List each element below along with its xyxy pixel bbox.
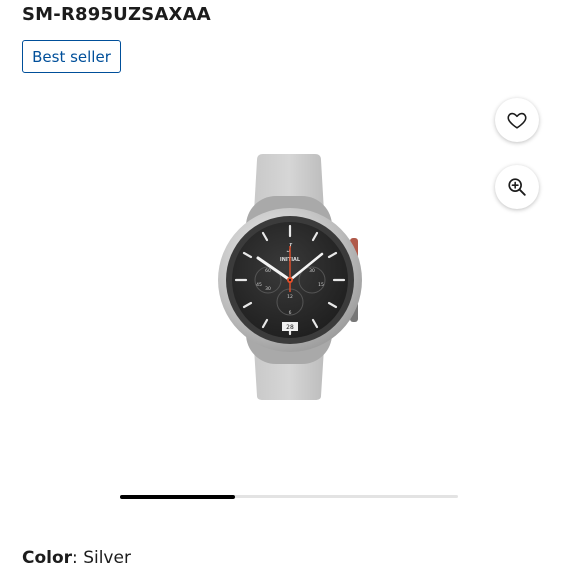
subdial-label: 45 bbox=[256, 282, 262, 288]
zoom-image-button[interactable] bbox=[495, 165, 539, 209]
subdial-label: 6 bbox=[289, 310, 292, 316]
color-separator: : bbox=[72, 548, 78, 568]
add-to-favorites-button[interactable] bbox=[495, 98, 539, 142]
badge-label: Best seller bbox=[32, 47, 111, 66]
subdial-label: 15 bbox=[318, 282, 324, 288]
color-value: Silver bbox=[83, 548, 131, 568]
subdial-label: 12 bbox=[287, 294, 293, 300]
color-selector-label: Color: Silver bbox=[22, 548, 131, 568]
subdial-label: 60 bbox=[265, 268, 271, 274]
best-seller-badge: Best seller bbox=[22, 40, 121, 73]
image-carousel-progress bbox=[120, 494, 458, 499]
heart-icon bbox=[507, 112, 527, 129]
date-window: 28 bbox=[286, 324, 294, 331]
product-image[interactable]: J INITIAL 60 30 45 15 30 12 6 28 bbox=[210, 150, 380, 410]
color-label: Color bbox=[22, 548, 73, 568]
zoom-in-icon bbox=[508, 178, 526, 196]
carousel-progress-fill bbox=[120, 494, 235, 499]
subdial-label: 30 bbox=[309, 268, 315, 274]
subdial-label: 30 bbox=[265, 286, 271, 292]
product-model-number: SM-R895UZSAXAA bbox=[22, 4, 211, 25]
